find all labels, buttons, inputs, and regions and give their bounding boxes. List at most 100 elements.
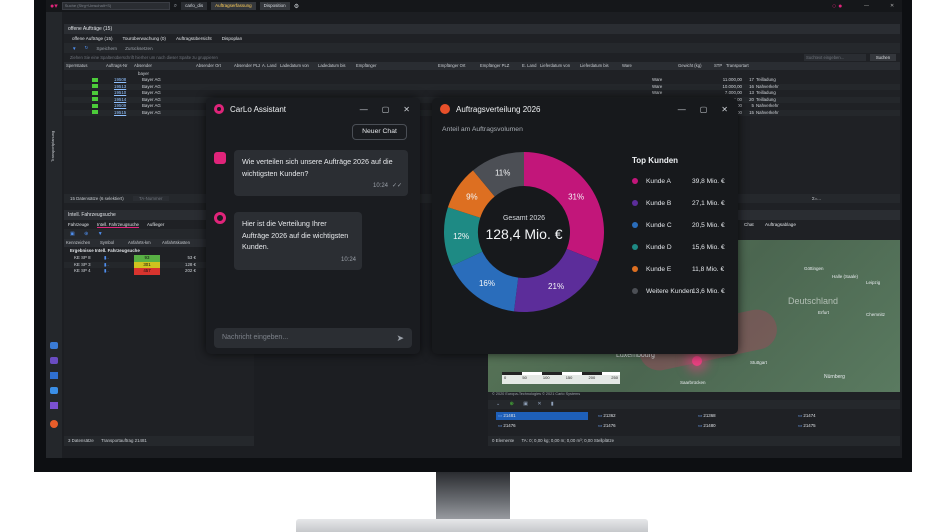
tab-fahrzeuge[interactable]: Fahrzeuge	[68, 222, 89, 227]
orders-col-header[interactable]: Ladedatum bis	[316, 62, 354, 70]
orders-col-header[interactable]: Auftrags-Nr	[104, 62, 132, 70]
legend-item[interactable]: Kunde A 39,8 Mio. €	[632, 178, 732, 190]
map-marker[interactable]	[692, 356, 702, 366]
vehicle-toolbar-icon-1[interactable]: ▣	[70, 231, 75, 237]
maximize-icon[interactable]: ▢	[382, 105, 390, 114]
chart-close-icon[interactable]: ✕	[721, 105, 728, 114]
ta-number-input[interactable]: TA-Nummer	[132, 196, 169, 201]
new-chat-button[interactable]: Neuer Chat	[352, 124, 407, 140]
app-logo-icon[interactable]: ●▾	[50, 2, 58, 10]
orders-col-header[interactable]: Sperrstatus	[64, 62, 104, 70]
read-receipt-icon: ✓✓	[391, 182, 402, 189]
sidebar-app-icon-6[interactable]	[50, 420, 58, 428]
orders-col-header[interactable]: Empfänger PLZ	[478, 62, 520, 70]
transport-order-item[interactable]: ▭ 21481	[496, 412, 588, 420]
orders-col-header[interactable]: A. Land	[260, 62, 278, 70]
grid-search-input[interactable]: Suchtext eingeben...	[804, 54, 866, 61]
reset-button[interactable]: Zurücksetzen	[125, 46, 153, 51]
status-dot-icon[interactable]: ○ ●	[832, 3, 842, 10]
window-minimize-button[interactable]: —	[864, 3, 869, 9]
orders-col-header[interactable]: Lieferdatum bis	[578, 62, 620, 70]
orders-col-header[interactable]: Absender	[132, 62, 194, 70]
legend-item[interactable]: Kunde D 15,6 Mio. €	[632, 244, 732, 256]
orders-col-header[interactable]: Absender PLZ	[232, 62, 260, 70]
message-input[interactable]: Nachricht eingeben... ➤	[214, 328, 412, 348]
save-button[interactable]: Speichern	[96, 46, 117, 51]
map-label-saarbruecken: Saarbrücken	[680, 380, 706, 385]
vehicle-col-header[interactable]: Anfahrts-km	[126, 239, 160, 247]
absender-cell: Bayer AG	[142, 109, 161, 115]
vehicle-filter-icon[interactable]: ▼	[98, 231, 103, 237]
list-close-icon[interactable]: ✕	[537, 401, 541, 407]
orders-col-header[interactable]: E. Land	[520, 62, 538, 70]
absender-filter-value[interactable]: bayer	[138, 71, 149, 76]
legend-item[interactable]: Kunde E 11,8 Mio. €	[632, 266, 732, 278]
window-close-button[interactable]: ✕	[890, 3, 894, 9]
tab-intell-fahrzeugsuche[interactable]: Intell. Fahrzeugsuche	[97, 222, 139, 228]
list-trash-icon[interactable]: ▮	[551, 401, 554, 407]
vehicle-col-header[interactable]: Kennzeichen	[64, 239, 98, 247]
transport-order-item[interactable]: ▭ 21480	[696, 422, 788, 430]
vehicle-col-header[interactable]: Anfahrtskosten	[160, 239, 200, 247]
tab-auflieger[interactable]: Auflieger	[147, 222, 164, 227]
vehicle-toolbar-icon-2[interactable]: ⊕	[84, 231, 88, 237]
orders-col-header[interactable]: Empfänger Ort	[436, 62, 478, 70]
search-icon[interactable]: ⌕	[174, 3, 177, 10]
element-count: 0 Elemente	[492, 438, 515, 443]
minimize-icon[interactable]: —	[360, 105, 368, 114]
subtab-auftragsuebersicht[interactable]: Auftragsübersicht	[176, 36, 212, 41]
close-icon[interactable]: ✕	[403, 105, 410, 114]
map-label-goettingen: Göttingen	[804, 266, 824, 271]
send-icon[interactable]: ➤	[396, 328, 404, 348]
legend-item[interactable]: Weitere Kunden 13,6 Mio. €	[632, 288, 732, 300]
orders-col-header[interactable]: Absender Ort	[194, 62, 232, 70]
subtab-tourueberwachung[interactable]: Tourüberwachung (0)	[123, 36, 166, 41]
transport-order-item[interactable]: ▭ 21362	[596, 412, 688, 420]
tab-auftragsablage[interactable]: Auftragsablage	[765, 222, 796, 227]
filter-icon[interactable]: ▼	[72, 46, 77, 51]
sidebar-app-icon-4[interactable]	[50, 387, 58, 394]
list-view-icon[interactable]: ▣	[523, 401, 528, 407]
transport-order-item[interactable]: ▭ 21474	[796, 412, 888, 420]
transport-order-item[interactable]: ▭ 21368	[696, 412, 788, 420]
chart-minimize-icon[interactable]: —	[678, 105, 686, 114]
donut-slice-1[interactable]	[524, 152, 604, 262]
settings-icon[interactable]: ⚙	[294, 3, 299, 10]
map-label-deutschland: Deutschland	[788, 296, 839, 306]
transport-order-item[interactable]: ▭ 21475	[796, 422, 888, 430]
status-green-icon	[92, 103, 98, 108]
grid-search-button[interactable]: Suchen	[870, 54, 896, 61]
sidebar-app-icon-1[interactable]	[50, 342, 58, 349]
orders-col-header[interactable]: Ladedatum von	[278, 62, 316, 70]
vehicle-col-header[interactable]: Symbol	[98, 239, 126, 247]
orders-col-header[interactable]: Lieferdatum von	[538, 62, 578, 70]
monitor-stand-neck	[436, 472, 510, 520]
legend-label: Kunde D	[646, 244, 672, 251]
order-number-link[interactable]: 19515	[112, 110, 140, 117]
subtab-dispoplan[interactable]: Dispoplan	[222, 36, 242, 41]
legend-item[interactable]: Kunde B 27,1 Mio. €	[632, 200, 732, 212]
chart-maximize-icon[interactable]: ▢	[700, 105, 708, 114]
tab-chat[interactable]: Chat	[744, 222, 754, 227]
subtab-offene-auftraege[interactable]: offene Aufträge (15)	[72, 36, 113, 41]
sidebar-app-icon-3[interactable]	[50, 372, 58, 379]
orders-col-header[interactable]: STP	[712, 62, 724, 70]
transport-order-item[interactable]: ▭ 21476	[496, 422, 588, 430]
orders-col-header[interactable]: Ware	[620, 62, 676, 70]
sidebar-app-icon-5[interactable]	[50, 402, 58, 409]
orders-col-header[interactable]: Gewicht (kg)	[676, 62, 712, 70]
transport-order-item[interactable]: ▭ 21476	[596, 422, 688, 430]
tab-disposition[interactable]: Disposition	[259, 2, 290, 10]
chart-app-icon	[440, 104, 450, 114]
expand-icon[interactable]: ⌄	[496, 401, 500, 407]
legend-item[interactable]: Kunde C 20,5 Mio. €	[632, 222, 732, 234]
refresh-icon[interactable]: ↻	[85, 45, 89, 51]
global-search-input[interactable]: Suche (Strg+Umschalt+S)	[61, 2, 170, 10]
sidebar-app-icon-2[interactable]	[50, 357, 58, 364]
tab-auftragserfassung[interactable]: Auftragserfassung	[211, 2, 256, 10]
donut-slice-2[interactable]	[513, 248, 599, 312]
orders-col-header[interactable]: Empfänger	[354, 62, 436, 70]
tab-carlo-dis[interactable]: carlo_dis	[181, 2, 208, 10]
orders-col-header[interactable]: Transportart	[724, 62, 764, 70]
list-add-icon[interactable]: ⊕	[510, 401, 514, 407]
